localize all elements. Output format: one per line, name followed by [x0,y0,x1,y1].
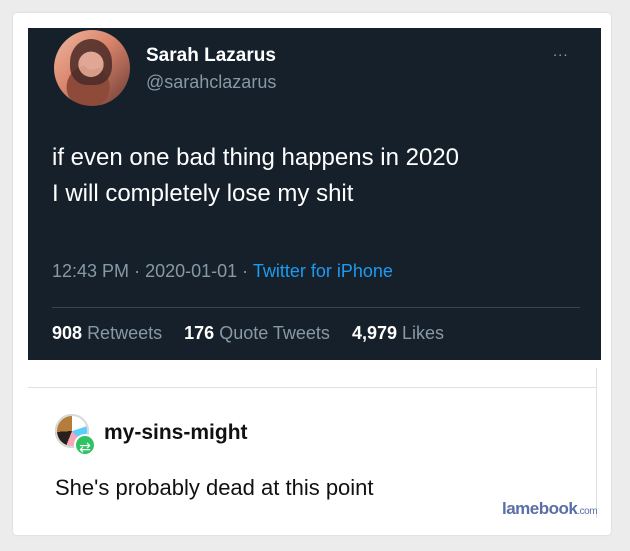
tweet-text: if even one bad thing happens in 2020 I … [52,140,592,212]
meta-separator: · [134,261,141,281]
tweet-source[interactable]: Twitter for iPhone [253,261,393,281]
divider [52,307,580,308]
user-handle[interactable]: @sarahclazarus [146,72,276,93]
tweet-stats: 908 Retweets 176 Quote Tweets 4,979 Like… [52,323,444,344]
tweet-text-line: I will completely lose my shit [52,180,354,207]
more-icon[interactable]: ... [553,43,569,60]
display-name[interactable]: Sarah Lazarus [146,45,276,67]
reply-username[interactable]: my-sins-might [104,421,248,445]
quotes-count[interactable]: 176 [184,323,214,343]
lamebook-watermark: lamebook.com [502,499,598,519]
likes-label[interactable]: Likes [402,323,444,343]
tweet-date: 2020-01-01 [145,261,238,281]
reply-divider [28,387,596,388]
tweet-screenshot: Sarah Lazarus @sarahclazarus ... if even… [28,28,601,360]
retweets-label[interactable]: Retweets [87,323,162,343]
likes-count[interactable]: 4,979 [352,323,397,343]
quotes-label[interactable]: Quote Tweets [219,323,330,343]
tweet-time: 12:43 PM [52,261,130,281]
retweets-count[interactable]: 908 [52,323,82,343]
watermark-suffix: .com [577,506,598,517]
meta-separator: · [242,261,249,281]
tweet-text-line: if even one bad thing happens in 2020 [52,144,460,171]
reblog-icon: ⇄ [74,434,96,456]
reply-text: She's probably dead at this point [55,475,374,500]
avatar[interactable] [54,30,130,106]
tweet-meta: 12:43 PM · 2020-01-01 · Twitter for iPho… [52,261,393,282]
thread-line [596,368,597,518]
watermark-brand: lamebook [502,499,578,518]
